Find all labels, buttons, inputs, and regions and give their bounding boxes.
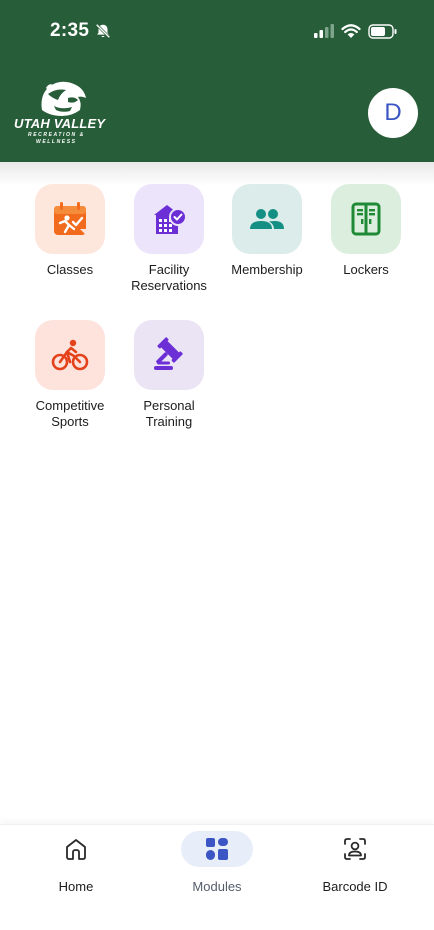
nav-label: Home bbox=[58, 879, 94, 894]
module-lockers[interactable]: Lockers bbox=[316, 184, 416, 278]
logo-subtitle-2: WELLNESS bbox=[36, 139, 77, 145]
module-tile[interactable] bbox=[232, 184, 302, 254]
module-personal-training[interactable]: Personal Training bbox=[119, 320, 219, 430]
face-scan-icon bbox=[344, 838, 366, 860]
nav-icon-container-active[interactable] bbox=[181, 831, 253, 867]
module-membership[interactable]: Membership bbox=[217, 184, 317, 278]
module-label: Personal Training bbox=[143, 398, 195, 429]
module-classes[interactable]: Classes bbox=[20, 184, 120, 278]
people-icon bbox=[250, 209, 284, 229]
module-facility-reservations[interactable]: Facility Reservations bbox=[119, 184, 219, 294]
cellular-signal-icon bbox=[314, 24, 334, 38]
bottom-navigation: Home Modules Barcode ID bbox=[0, 824, 434, 930]
profile-avatar[interactable]: D bbox=[368, 88, 418, 138]
module-tile[interactable] bbox=[134, 320, 204, 390]
module-label: Competitive Sports bbox=[35, 398, 105, 429]
wifi-icon bbox=[341, 23, 361, 38]
app-header: 2:35 UTAH VALLEY RECREATION & WELLNESS D bbox=[0, 0, 434, 162]
calendar-exercise-icon bbox=[54, 202, 86, 235]
battery-icon bbox=[368, 23, 397, 39]
cyclist-icon bbox=[51, 339, 89, 371]
bell-muted-icon bbox=[95, 23, 111, 39]
logo-subtitle-1: RECREATION & bbox=[28, 132, 85, 138]
module-label: Facility Reservations bbox=[131, 262, 207, 293]
header-shadow bbox=[0, 162, 434, 186]
building-check-icon bbox=[154, 205, 187, 234]
nav-modules[interactable]: Modules bbox=[157, 831, 277, 894]
nav-label: Modules bbox=[192, 879, 242, 894]
module-label: Membership bbox=[231, 262, 303, 277]
status-bar: 2:35 bbox=[0, 0, 434, 64]
module-competitive-sports[interactable]: Competitive Sports bbox=[20, 320, 120, 430]
status-icons bbox=[314, 22, 398, 40]
module-tile[interactable] bbox=[35, 184, 105, 254]
wolf-logo-icon bbox=[41, 81, 86, 116]
module-tile[interactable] bbox=[134, 184, 204, 254]
status-time: 2:35 bbox=[50, 20, 90, 41]
nav-icon-container[interactable] bbox=[40, 831, 112, 867]
grid-icon bbox=[206, 838, 228, 860]
logo-title: UTAH VALLEY bbox=[14, 116, 106, 131]
nav-label: Barcode ID bbox=[322, 879, 388, 894]
module-tile[interactable] bbox=[35, 320, 105, 390]
module-tile[interactable] bbox=[331, 184, 401, 254]
nav-home[interactable]: Home bbox=[16, 831, 136, 894]
nav-barcode-id[interactable]: Barcode ID bbox=[295, 831, 415, 894]
gavel-icon bbox=[154, 337, 183, 370]
module-label: Lockers bbox=[343, 262, 389, 277]
utah-valley-logo: UTAH VALLEY RECREATION & WELLNESS bbox=[14, 80, 118, 146]
locker-icon bbox=[351, 202, 381, 236]
home-icon bbox=[66, 839, 86, 860]
nav-icon-container[interactable] bbox=[319, 831, 391, 867]
module-label: Classes bbox=[46, 262, 94, 277]
